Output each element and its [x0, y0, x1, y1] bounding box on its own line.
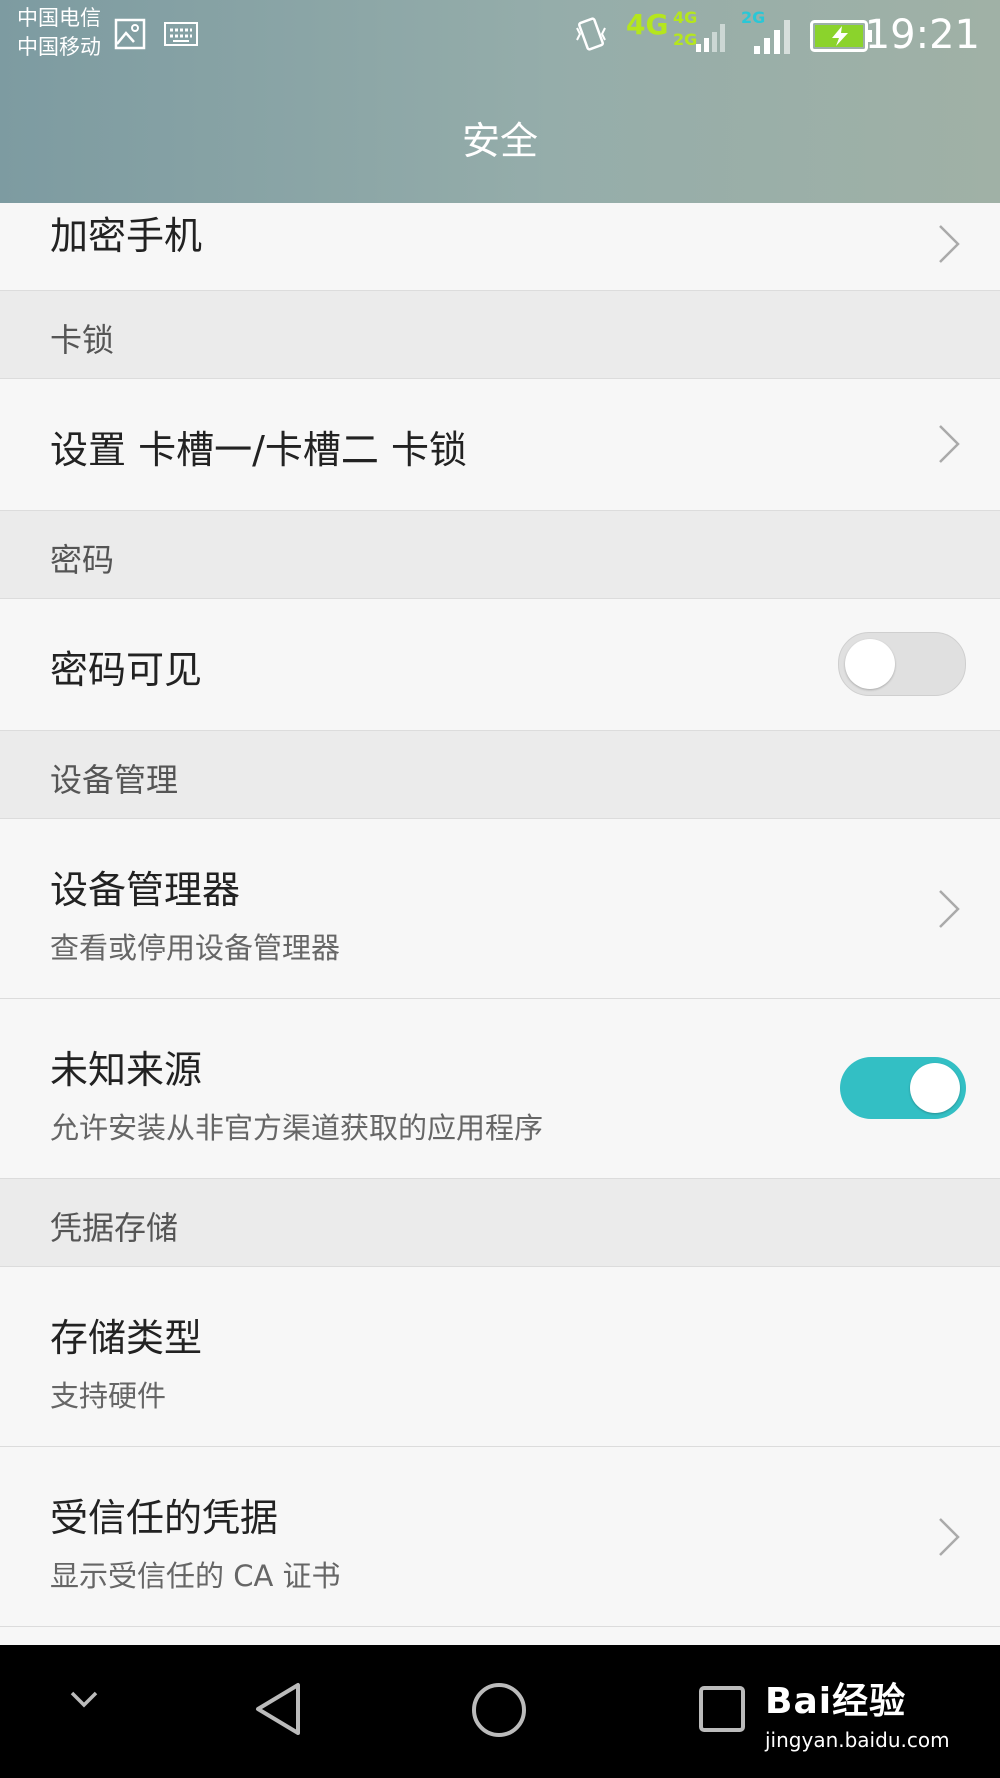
item-subtitle: 允许安装从非官方渠道获取的应用程序 — [50, 1111, 544, 1145]
chevron-right-icon — [939, 425, 960, 463]
list-item-storage-type[interactable]: 存储类型 支持硬件 — [0, 1267, 1000, 1447]
item-title: 未知来源 — [50, 1048, 203, 1092]
watermark-brand: Bai经验 — [765, 1681, 907, 1722]
network-4g-label: 4G — [626, 8, 669, 41]
keyboard-icon — [164, 22, 198, 46]
carrier-2: 中国移动 — [17, 35, 101, 59]
chevron-right-icon — [939, 225, 960, 263]
settings-list: 加密手机 卡锁 设置 卡槽一/卡槽二 卡锁 密码 密码可见 设备管理 设备管理器… — [0, 203, 1000, 1627]
page-title: 安全 — [461, 119, 538, 163]
item-title: 受信任的凭据 — [50, 1496, 279, 1540]
item-title: 密码可见 — [50, 648, 203, 692]
item-subtitle: 查看或停用设备管理器 — [50, 931, 341, 965]
item-subtitle: 支持硬件 — [50, 1379, 167, 1413]
section-label: 卡锁 — [50, 321, 115, 359]
list-item-trusted-credentials[interactable]: 受信任的凭据 显示受信任的 CA 证书 — [0, 1447, 1000, 1627]
watermark-url: jingyan.baidu.com — [765, 1728, 950, 1752]
chevron-right-icon — [939, 1518, 960, 1556]
toggle-knob — [845, 639, 895, 689]
carrier-names: 中国电信 中国移动 — [17, 4, 101, 62]
section-label: 设备管理 — [50, 761, 179, 799]
unknown-sources-toggle[interactable] — [840, 1057, 966, 1119]
chevron-right-icon — [939, 890, 960, 928]
app-header: 中国电信 中国移动 4G 4G 2G 2G 19:21 安全 — [0, 0, 1000, 203]
section-header-credential-storage: 凭据存储 — [0, 1179, 1000, 1267]
list-item-password-visible[interactable]: 密码可见 — [0, 599, 1000, 731]
list-item-unknown-sources[interactable]: 未知来源 允许安装从非官方渠道获取的应用程序 — [0, 999, 1000, 1179]
item-title: 设置 卡槽一/卡槽二 卡锁 — [50, 428, 467, 472]
signal-icon — [754, 20, 790, 54]
back-icon[interactable] — [252, 1681, 304, 1737]
item-subtitle: 显示受信任的 CA 证书 — [50, 1559, 341, 1593]
item-title: 存储类型 — [50, 1316, 203, 1360]
list-item-encrypt-phone[interactable]: 加密手机 — [0, 203, 1000, 291]
item-title: 设备管理器 — [50, 868, 241, 912]
section-header-device-admin: 设备管理 — [0, 731, 1000, 819]
signal-icon — [696, 24, 725, 52]
item-title: 加密手机 — [50, 214, 203, 258]
section-label: 凭据存储 — [50, 1209, 179, 1247]
list-item-device-admin[interactable]: 设备管理器 查看或停用设备管理器 — [0, 819, 1000, 999]
baidu-watermark: Bai经验 jingyan.baidu.com — [765, 1672, 950, 1752]
clock: 19:21 — [864, 12, 980, 58]
toggle-knob — [910, 1063, 960, 1113]
chevron-down-icon[interactable] — [68, 1689, 100, 1711]
list-item-sim-lock[interactable]: 设置 卡槽一/卡槽二 卡锁 — [0, 379, 1000, 511]
password-visible-toggle[interactable] — [838, 632, 966, 696]
section-header-sim-lock: 卡锁 — [0, 291, 1000, 379]
vibrate-icon — [576, 17, 606, 51]
section-header-password: 密码 — [0, 511, 1000, 599]
image-icon — [114, 18, 146, 50]
home-icon[interactable] — [470, 1681, 528, 1739]
status-bar: 中国电信 中国移动 4G 4G 2G 2G 19:21 — [0, 0, 1000, 72]
section-label: 密码 — [50, 541, 115, 579]
carrier-1: 中国电信 — [17, 6, 101, 30]
recent-apps-icon[interactable] — [698, 1685, 746, 1733]
